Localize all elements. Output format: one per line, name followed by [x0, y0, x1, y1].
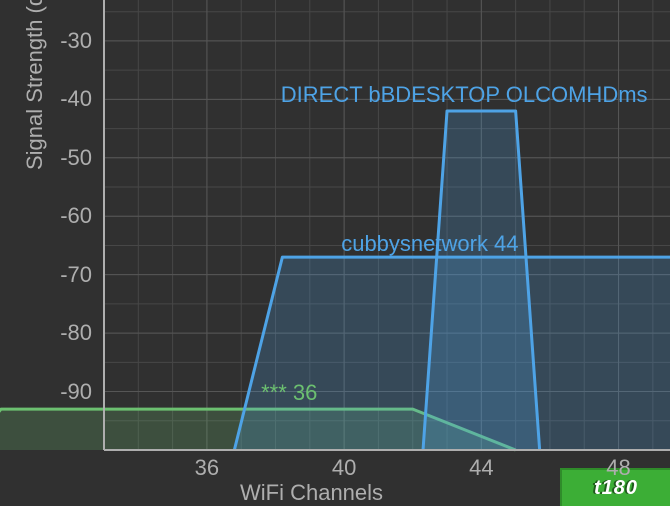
y-tick-label: -80 — [60, 320, 92, 346]
x-tick-label: 40 — [332, 455, 356, 481]
y-tick-label: -70 — [60, 262, 92, 288]
x-tick-label: 48 — [606, 455, 630, 481]
network-label: *** 36 — [261, 380, 317, 406]
network-label: cubbysnetwork 44 — [341, 231, 518, 257]
y-tick-label: -50 — [60, 145, 92, 171]
network-label: DIRECT bBDESKTOP OLCOMHDms — [281, 82, 648, 108]
wifi-channel-chart: Signal Strength (dBm) WiFi Channels t180… — [0, 0, 670, 506]
y-axis-title: Signal Strength (dBm) — [22, 0, 48, 170]
x-tick-label: 36 — [195, 455, 219, 481]
chart-svg — [104, 0, 670, 450]
y-tick-label: -40 — [60, 86, 92, 112]
x-tick-label: 44 — [469, 455, 493, 481]
x-axis-title: WiFi Channels — [240, 480, 383, 506]
y-tick-label: -30 — [60, 28, 92, 54]
y-tick-label: -90 — [60, 379, 92, 405]
plot-area — [104, 0, 670, 450]
y-tick-label: -60 — [60, 203, 92, 229]
